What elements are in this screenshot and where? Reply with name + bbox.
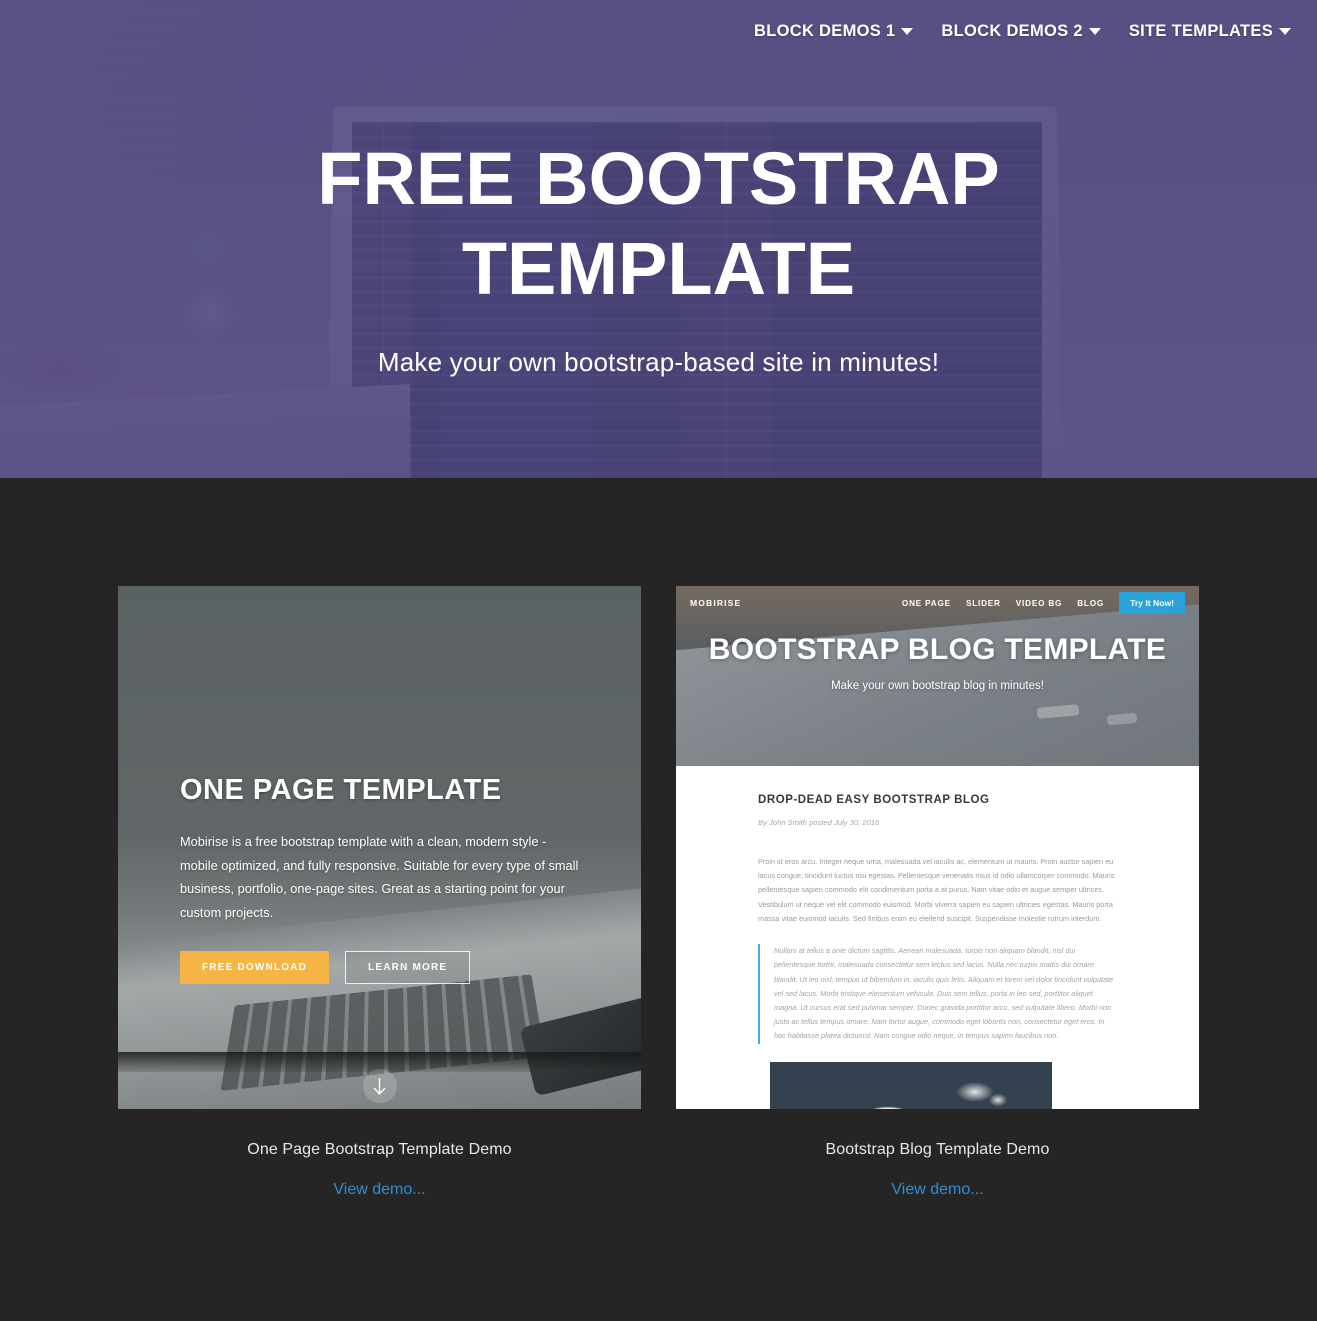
nav-item-label: BLOCK DEMOS 2 bbox=[941, 21, 1083, 40]
demo-card-one-page: ONE PAGE TEMPLATE Mobirise is a free boo… bbox=[118, 586, 641, 1199]
blog-nav-item-one-page[interactable]: ONE PAGE bbox=[902, 599, 951, 608]
one-page-preview-frame[interactable]: ONE PAGE TEMPLATE Mobirise is a free boo… bbox=[118, 586, 641, 1109]
blog-hero-title: BOOTSTRAP BLOG TEMPLATE bbox=[708, 633, 1167, 666]
chevron-down-icon bbox=[901, 27, 914, 35]
blog-nav-links: ONE PAGE SLIDER VIDEO BG BLOG Try It Now… bbox=[902, 592, 1185, 614]
learn-more-button[interactable]: LEARN MORE bbox=[345, 950, 471, 984]
navbar-menu: BLOCK DEMOS 1 BLOCK DEMOS 2 SITE TEMPLAT… bbox=[740, 16, 1305, 47]
free-download-button[interactable]: FREE DOWNLOAD bbox=[180, 950, 330, 984]
blog-post-byline: By John Smith posted July 30, 2016 bbox=[758, 818, 880, 827]
blog-nav-item-blog[interactable]: BLOG bbox=[1077, 599, 1104, 608]
view-demo-link[interactable]: View demo... bbox=[118, 1181, 641, 1199]
blog-article: DROP-DEAD EASY BOOTSTRAP BLOG By John Sm… bbox=[676, 766, 1199, 1109]
nav-item-block-demos-2[interactable]: BLOCK DEMOS 2 bbox=[927, 16, 1114, 47]
blog-preview-navbar: MOBIRISE ONE PAGE SLIDER VIDEO BG BLOG T… bbox=[676, 586, 1199, 620]
demo-card-blog: MOBIRISE ONE PAGE SLIDER VIDEO BG BLOG T… bbox=[676, 586, 1199, 1199]
nav-item-site-templates[interactable]: SITE TEMPLATES bbox=[1115, 16, 1305, 47]
blog-nav-item-video-bg[interactable]: VIDEO BG bbox=[1016, 599, 1062, 608]
one-page-button-group: FREE DOWNLOAD LEARN MORE bbox=[180, 950, 580, 984]
blog-hero-text: BOOTSTRAP BLOG TEMPLATE Make your own bo… bbox=[676, 632, 1199, 692]
blog-logo: MOBIRISE bbox=[690, 598, 742, 608]
hero-title: FREE BOOTSTRAP TEMPLATE bbox=[317, 136, 1000, 310]
nav-item-block-demos-1[interactable]: BLOCK DEMOS 1 bbox=[740, 16, 927, 47]
hero-subtitle: Make your own bootstrap-based site in mi… bbox=[377, 347, 940, 378]
demos-section: ONE PAGE TEMPLATE Mobirise is a free boo… bbox=[0, 478, 1317, 1321]
chevron-down-icon bbox=[1279, 27, 1291, 35]
blog-post-blockquote: Nullam at tellus a ante dictum sagittis.… bbox=[758, 944, 1117, 1044]
main-navbar: BLOCK DEMOS 1 BLOCK DEMOS 2 SITE TEMPLAT… bbox=[0, 0, 1317, 62]
one-page-title: ONE PAGE TEMPLATE bbox=[180, 774, 502, 806]
demo-caption: One Page Bootstrap Template Demo bbox=[247, 1141, 512, 1158]
blog-hero-subtitle: Make your own bootstrap blog in minutes! bbox=[831, 680, 1044, 693]
nav-item-label: BLOCK DEMOS 1 bbox=[754, 21, 896, 40]
hero-content: FREE BOOTSTRAP TEMPLATE Make your own bo… bbox=[0, 0, 1317, 478]
demo-grid: ONE PAGE TEMPLATE Mobirise is a free boo… bbox=[0, 586, 1317, 1199]
view-demo-link[interactable]: View demo... bbox=[676, 1181, 1199, 1199]
one-page-content: ONE PAGE TEMPLATE Mobirise is a free boo… bbox=[180, 774, 580, 984]
one-page-body-text: Mobirise is a free bootstrap template wi… bbox=[180, 834, 579, 921]
demo-caption: Bootstrap Blog Template Demo bbox=[825, 1141, 1050, 1158]
try-it-now-button[interactable]: Try It Now! bbox=[1119, 592, 1185, 614]
blog-post-paragraph: Proin id eros arcu. Integer neque urna, … bbox=[758, 857, 1115, 923]
nav-item-label: SITE TEMPLATES bbox=[1128, 21, 1273, 40]
blog-nav-item-slider[interactable]: SLIDER bbox=[966, 599, 1001, 608]
blog-post-image bbox=[770, 1061, 1052, 1109]
blog-post-title: DROP-DEAD EASY BOOTSTRAP BLOG bbox=[758, 794, 990, 806]
blog-preview-frame[interactable]: MOBIRISE ONE PAGE SLIDER VIDEO BG BLOG T… bbox=[676, 586, 1199, 1109]
arrow-down-icon[interactable] bbox=[362, 1069, 397, 1103]
chevron-down-icon bbox=[1088, 27, 1101, 35]
hero-section: BLOCK DEMOS 1 BLOCK DEMOS 2 SITE TEMPLAT… bbox=[0, 0, 1317, 478]
